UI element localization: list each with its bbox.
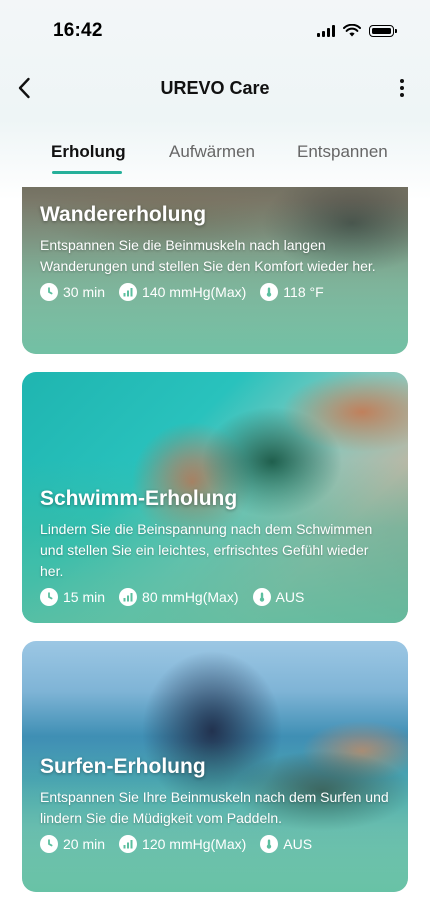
pressure-stat: 120 mmHg(Max) — [119, 835, 246, 853]
duration-stat: 20 min — [40, 835, 105, 853]
heat-value: 118 °F — [283, 284, 324, 300]
pressure-stat: 80 mmHg(Max) — [119, 588, 239, 606]
thermometer-icon — [252, 588, 271, 606]
card-title: Surfen-Erholung — [40, 755, 206, 778]
duration-stat: 15 min — [40, 588, 105, 606]
card-title: Wandererholung — [40, 203, 207, 226]
heat-value: AUS — [283, 836, 313, 852]
status-bar: 16:42 — [0, 0, 430, 62]
status-time: 16:42 — [53, 20, 103, 41]
clock-icon — [40, 283, 58, 301]
card-content: Surfen-Erholung Entspannen Sie Ihre Bein… — [40, 755, 394, 853]
card-stats: 15 min 80 mmHg(Max) AUS — [40, 588, 394, 606]
tab-bar: Erholung Aufwärmen Entspannen — [0, 140, 430, 176]
program-list: Wandererholung Entspannen Sie die Beinmu… — [0, 187, 430, 901]
program-card-swimming[interactable]: Schwimm-Erholung Lindern Sie die Beinspa… — [22, 372, 408, 623]
duration-value: 20 min — [63, 836, 106, 852]
program-card-surfing[interactable]: Surfen-Erholung Entspannen Sie Ihre Bein… — [22, 641, 408, 892]
clock-icon — [40, 835, 58, 853]
more-button[interactable] — [388, 72, 416, 104]
clock-icon — [40, 588, 58, 606]
signal-bars-icon — [119, 588, 138, 606]
card-content: Schwimm-Erholung Lindern Sie die Beinspa… — [40, 487, 394, 606]
duration-value: 30 min — [63, 284, 106, 300]
thermometer-icon — [260, 283, 279, 301]
heat-stat: AUS — [252, 588, 305, 606]
heat-stat: 118 °F — [260, 283, 324, 301]
card-stats: 20 min 120 mmHg(Max) AUS — [40, 835, 394, 853]
card-description: Lindern Sie die Beinspannung nach dem Sc… — [40, 521, 373, 579]
pressure-value: 80 mmHg(Max) — [142, 589, 239, 605]
tab-entspannen[interactable]: Entspannen — [297, 142, 388, 162]
heat-value: AUS — [275, 589, 305, 605]
pressure-value: 140 mmHg(Max) — [142, 284, 247, 300]
card-description: Entspannen Sie die Beinmuskeln nach lang… — [40, 237, 376, 274]
signal-bars-icon — [119, 835, 138, 853]
more-vertical-icon — [400, 79, 404, 83]
duration-stat: 30 min — [40, 283, 105, 301]
tab-erholung[interactable]: Erholung — [51, 142, 126, 162]
thermometer-icon — [260, 835, 279, 853]
nav-bar: UREVO Care — [0, 62, 430, 116]
status-icons — [317, 24, 397, 37]
card-content: Wandererholung Entspannen Sie die Beinmu… — [40, 203, 394, 301]
program-card-hiking[interactable]: Wandererholung Entspannen Sie die Beinmu… — [22, 187, 408, 354]
wifi-icon — [343, 24, 361, 37]
pressure-value: 120 mmHg(Max) — [142, 836, 247, 852]
card-description: Entspannen Sie Ihre Beinmuskeln nach dem… — [40, 789, 389, 826]
signal-bars-icon — [119, 283, 138, 301]
cellular-signal-icon — [317, 24, 335, 37]
page-title: UREVO Care — [160, 78, 270, 98]
card-title: Schwimm-Erholung — [40, 487, 238, 510]
duration-value: 15 min — [63, 589, 106, 605]
heat-stat: AUS — [260, 835, 312, 853]
card-stats: 30 min 140 mmHg(Max) 118 °F — [40, 283, 394, 301]
pressure-stat: 140 mmHg(Max) — [119, 283, 246, 301]
battery-icon — [369, 24, 397, 37]
active-tab-indicator — [52, 171, 122, 174]
tab-aufwaermen[interactable]: Aufwärmen — [169, 142, 255, 162]
